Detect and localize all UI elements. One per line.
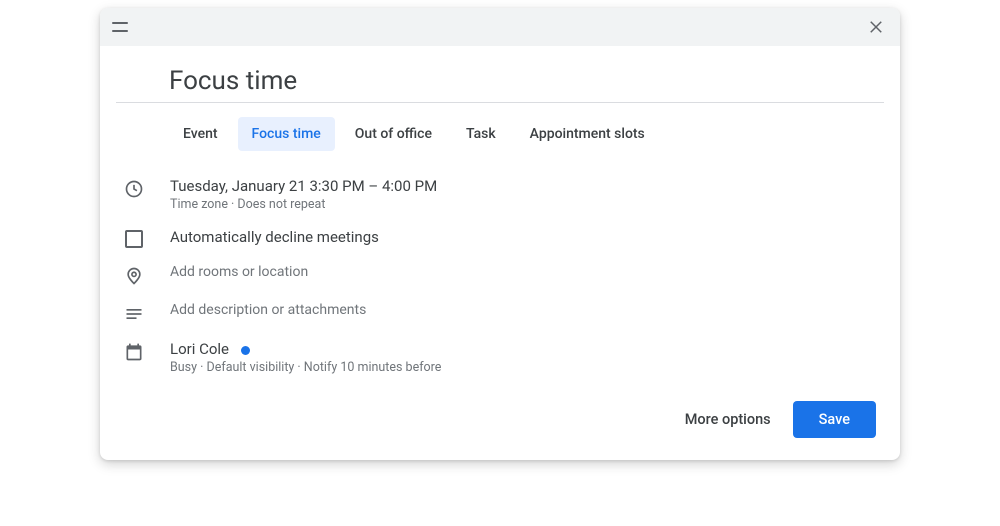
tab-out-of-office[interactable]: Out of office — [341, 117, 446, 151]
auto-decline-row[interactable]: Automatically decline meetings — [116, 220, 884, 256]
organizer-content: Lori Cole Busy · Default visibility · No… — [170, 340, 884, 375]
location-pin-icon — [116, 264, 152, 286]
organizer-name-line: Lori Cole — [170, 340, 884, 358]
more-options-button[interactable]: More options — [685, 411, 771, 428]
drag-handle-icon[interactable] — [112, 22, 128, 32]
tab-appointment-slots[interactable]: Appointment slots — [516, 117, 659, 151]
save-button[interactable]: Save — [793, 401, 876, 438]
close-icon[interactable] — [864, 15, 888, 39]
title-input[interactable] — [169, 66, 884, 96]
datetime-row[interactable]: Tuesday, January 21 3:30 PM – 4:00 PM Ti… — [116, 169, 884, 220]
datetime-main-text: Tuesday, January 21 3:30 PM – 4:00 PM — [170, 177, 884, 195]
calendar-icon — [116, 340, 152, 362]
actions-row: More options Save — [116, 383, 884, 444]
title-row — [116, 46, 884, 103]
organizer-status: Busy · Default visibility · Notify 10 mi… — [170, 360, 884, 375]
location-placeholder: Add rooms or location — [170, 264, 884, 280]
event-type-tabs: Event Focus time Out of office Task Appo… — [116, 103, 884, 169]
location-row[interactable]: Add rooms or location — [116, 256, 884, 294]
event-create-dialog: Event Focus time Out of office Task Appo… — [100, 8, 900, 460]
datetime-sub-text: Time zone · Does not repeat — [170, 197, 884, 212]
auto-decline-content: Automatically decline meetings — [170, 228, 884, 246]
tab-task[interactable]: Task — [452, 117, 510, 151]
dialog-header — [100, 8, 900, 46]
tab-event[interactable]: Event — [169, 117, 232, 151]
organizer-row[interactable]: Lori Cole Busy · Default visibility · No… — [116, 332, 884, 383]
datetime-content: Tuesday, January 21 3:30 PM – 4:00 PM Ti… — [170, 177, 884, 212]
description-icon — [116, 302, 152, 324]
checkbox-icon[interactable] — [116, 228, 152, 248]
dialog-content: Event Focus time Out of office Task Appo… — [100, 46, 900, 460]
description-row[interactable]: Add description or attachments — [116, 294, 884, 332]
tab-focus-time[interactable]: Focus time — [238, 117, 335, 151]
description-content: Add description or attachments — [170, 302, 884, 318]
organizer-name: Lori Cole — [170, 340, 229, 358]
organizer-color-dot — [241, 346, 250, 355]
description-placeholder: Add description or attachments — [170, 302, 884, 318]
clock-icon — [116, 177, 152, 199]
auto-decline-label: Automatically decline meetings — [170, 228, 884, 246]
location-content: Add rooms or location — [170, 264, 884, 280]
